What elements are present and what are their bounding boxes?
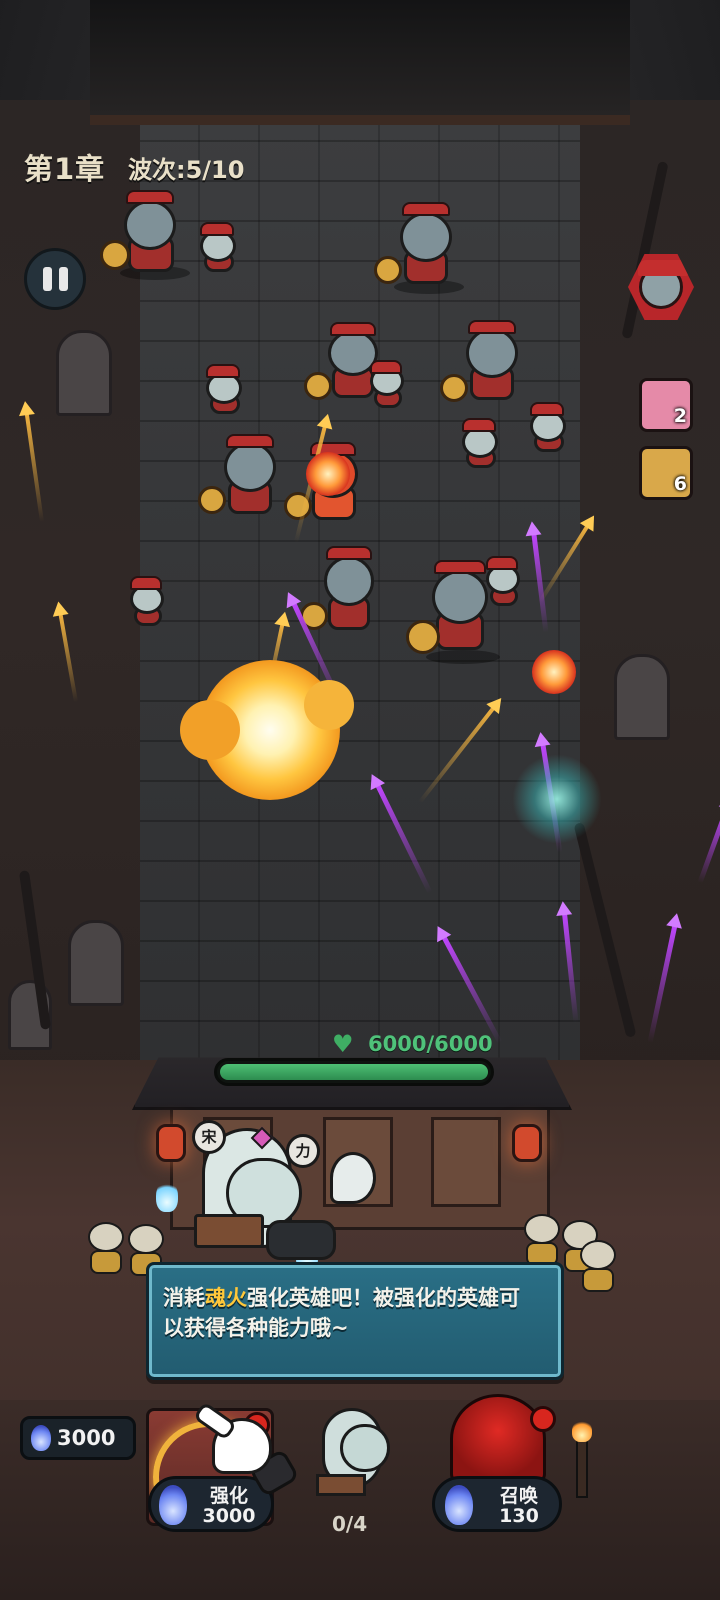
wave-counter: 波次:5/10 bbox=[128, 156, 245, 184]
enemy-small-soldier bbox=[456, 418, 508, 472]
base-hp-bar bbox=[214, 1058, 494, 1086]
soul-flame-icon bbox=[156, 1180, 178, 1212]
upgrade-cost: 3000 bbox=[202, 1505, 256, 1527]
tombstone bbox=[614, 654, 670, 740]
heart-icon: ♥ bbox=[332, 1030, 354, 1058]
enemy-gong-soldier bbox=[100, 186, 196, 286]
top-gate bbox=[90, 0, 630, 125]
enemy-small-soldier bbox=[364, 360, 414, 412]
base-hp-fill bbox=[220, 1064, 488, 1080]
tutorial-text: 消耗魂火强化英雄吧！被强化的英雄可以获得各种能力哦~ bbox=[163, 1283, 539, 1343]
tombstone bbox=[68, 920, 124, 1006]
pause-icon bbox=[42, 267, 52, 291]
enemy-queue-card[interactable]: 2 bbox=[639, 378, 693, 432]
hero-tag-song: 宋 bbox=[192, 1120, 226, 1154]
hero-tag-li: 力 bbox=[286, 1134, 320, 1168]
enemy-small-soldier bbox=[200, 364, 252, 418]
tutorial-text-prefix: 消耗 bbox=[163, 1286, 205, 1310]
pointing-hand-icon bbox=[212, 1418, 272, 1474]
notification-dot bbox=[530, 1406, 556, 1432]
pause-icon bbox=[58, 267, 68, 291]
summon-cost: 130 bbox=[499, 1505, 539, 1527]
fire-explosion bbox=[180, 660, 354, 800]
book-icon bbox=[316, 1474, 366, 1496]
tutorial-dialog[interactable]: 消耗魂火强化英雄吧！被强化的英雄可以获得各种能力哦~ bbox=[146, 1262, 564, 1380]
tombstone bbox=[56, 330, 112, 416]
base-hp-text: 6000/6000 bbox=[368, 1032, 493, 1056]
red-lantern bbox=[156, 1124, 186, 1162]
red-lantern bbox=[512, 1124, 542, 1162]
enemy-small-soldier bbox=[192, 222, 246, 278]
enemy-gong-soldier bbox=[198, 432, 294, 522]
chapter-label: 第1章 bbox=[24, 152, 106, 186]
ally-soldier bbox=[576, 1240, 620, 1296]
enemy-small-soldier bbox=[124, 576, 174, 630]
pause-button[interactable] bbox=[24, 248, 86, 310]
hero-slot-count: 0/4 bbox=[332, 1512, 368, 1536]
enemy-queue-count: 2 bbox=[673, 405, 687, 427]
enemy-gong-soldier bbox=[440, 318, 536, 410]
soul-fire-icon bbox=[159, 1485, 187, 1525]
book-icon bbox=[194, 1214, 264, 1248]
torch bbox=[572, 1420, 592, 1498]
tutorial-hero: 宋 力 bbox=[156, 1110, 386, 1272]
soul-fire-icon bbox=[31, 1425, 51, 1451]
ally-soldier bbox=[84, 1222, 128, 1278]
brush-icon bbox=[330, 1152, 376, 1204]
fire-spark bbox=[532, 650, 576, 694]
summon-label: 召唤 bbox=[499, 1485, 538, 1507]
ghost-spark bbox=[512, 754, 602, 844]
hero-slot-preview[interactable] bbox=[312, 1398, 412, 1504]
tutorial-text-highlight: 魂火 bbox=[205, 1286, 247, 1310]
enemy-gong-soldier bbox=[374, 200, 470, 296]
summon-hero-preview[interactable] bbox=[450, 1394, 546, 1484]
upgrade-button[interactable]: 强化 3000 bbox=[148, 1476, 274, 1532]
soul-fire-icon bbox=[445, 1485, 473, 1525]
enemy-queue-count: 6 bbox=[673, 473, 687, 495]
fire-spark bbox=[306, 452, 350, 496]
enemy-queue-card[interactable]: 6 bbox=[639, 446, 693, 500]
summon-button[interactable]: 召唤 130 bbox=[432, 1476, 562, 1532]
enemy-small-soldier bbox=[480, 556, 530, 610]
enemy-gong-soldier bbox=[300, 542, 392, 642]
soul-fire-amount: 3000 bbox=[57, 1426, 116, 1450]
enemy-small-soldier bbox=[524, 402, 576, 456]
general-face-icon bbox=[638, 260, 688, 309]
soul-fire-balance: 3000 bbox=[20, 1416, 136, 1460]
